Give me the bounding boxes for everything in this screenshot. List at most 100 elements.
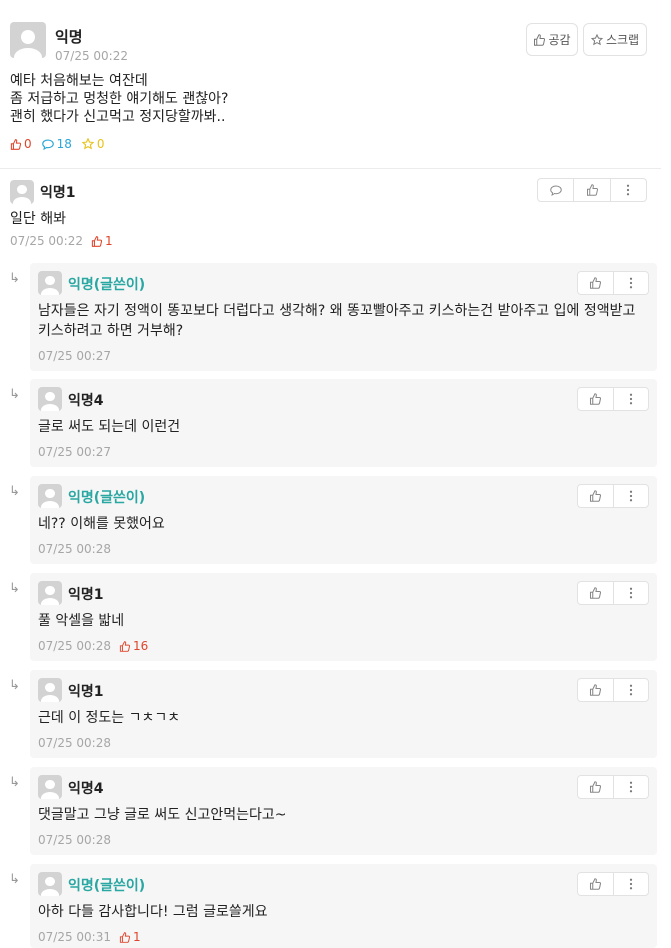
reply-body-line: 글로 써도 되는데 이런건 [38,419,181,435]
reply-time: 07/25 00:27 [38,445,111,459]
reply-time: 07/25 00:31 [38,930,111,944]
comment-count-value: 18 [56,137,72,151]
reply-arrow-icon: ↳ [9,581,20,596]
more-button[interactable] [614,776,649,798]
reply-button[interactable] [538,179,575,201]
reply-box: 익명4 글로 써도 되는데 이런건 07/25 00:27 [30,379,657,467]
reply-box: 익명(글쓴이) 아하 다들 감사합니다! 그럼 글로쓸게요 07/25 00:31 1 [30,864,657,948]
reply-time: 07/25 00:28 [38,736,111,750]
thumbs-up-icon [590,878,602,890]
more-vertical-icon [629,878,632,890]
scrap-button[interactable]: 스크랩 [583,23,647,56]
reply-author: 익명(글쓴이) [68,277,146,293]
thumbs-up-icon [590,781,602,793]
thumbs-up-icon [10,138,21,150]
reply-meta: 07/25 00:31 1 [38,930,141,944]
more-button[interactable] [614,272,649,294]
reply-actions [577,872,649,896]
reply-body: 근데 이 정도는 ㄱㅊㄱㅊ [38,708,180,728]
reply-arrow-icon: ↳ [9,387,20,402]
reply-actions [577,581,649,605]
reply-body: 남자들은 자기 정액이 똥꼬보다 더럽다고 생각해? 왜 똥꼬빨아주고 키스하는… [38,301,635,341]
reply-like-button[interactable] [578,272,614,294]
post: 익명 07/25 00:22 공감 스크랩 예타 처음해보는 여잔데 좀 저급하… [0,0,671,170]
thumbs-up-icon [590,393,602,405]
more-vertical-icon [629,393,632,405]
reply-meta: 07/25 00:28 [38,542,111,556]
avatar [38,775,62,799]
post-body-line: 예타 처음해보는 여잔데 [10,73,148,89]
reply-box: 익명1 풀 악셀을 밟네 07/25 00:28 16 [30,573,657,661]
comment-body: 일단 해봐 [10,211,66,227]
more-button[interactable] [614,485,649,507]
avatar [10,22,46,58]
comment-meta: 07/25 00:22 1 [10,234,113,248]
thumbs-up-icon [119,931,130,943]
reply-like-button[interactable] [578,873,614,895]
reply-like-button[interactable] [578,776,614,798]
more-vertical-icon [629,587,632,599]
reply-meta: 07/25 00:27 [38,445,111,459]
vote-count: 16 [119,639,148,653]
more-button[interactable] [611,179,646,201]
star-icon [81,138,94,150]
reply-meta: 07/25 00:27 [38,349,111,363]
thumbs-up-icon [590,684,602,696]
divider [0,168,661,169]
reply-body-line: 댓글말고 그냥 글로 써도 신고안먹는다고~ [38,807,287,823]
reply-like-button[interactable] [578,388,614,410]
avatar [38,581,62,605]
post-body: 예타 처음해보는 여잔데 좀 저급하고 멍청한 얘기해도 괜찮아? 괜히 했다가… [10,72,228,126]
reply-body-line: 키스하려고 하면 거부해? [38,323,184,339]
thumbs-up-icon [586,184,598,196]
thumbs-up-icon [534,33,546,46]
reply-author: 익명(글쓴이) [68,490,146,506]
vote-count-value: 1 [132,930,141,944]
more-vertical-icon [629,781,632,793]
comment-actions [537,178,647,202]
reply-body-line: 아하 다들 감사합니다! 그럼 글로쓸게요 [38,904,268,920]
star-icon [590,33,603,45]
like-button[interactable]: 공감 [526,23,578,56]
reply-meta: 07/25 00:28 [38,833,111,847]
reply-time: 07/25 00:27 [38,349,111,363]
reply-author: 익명(글쓴이) [68,878,146,894]
avatar [38,678,62,702]
reply-actions [577,484,649,508]
thumbs-up-icon [91,235,102,247]
reply-like-button[interactable] [578,582,614,604]
reply-box: 익명4 댓글말고 그냥 글로 써도 신고안먹는다고~ 07/25 00:28 [30,767,657,855]
vote-count-value: 1 [104,234,113,248]
more-button[interactable] [614,388,649,410]
reply-actions [577,678,649,702]
like-button-label: 공감 [548,33,571,47]
reply-item: ↳ 익명(글쓴이) 아하 다들 감사합니다! 그럼 글로쓸게요 07/25 00:31… [0,864,671,948]
scrap-button-label: 스크랩 [605,33,640,47]
reply-item: ↳ 익명(글쓴이) 네?? 이해를 못했어요 07/25 00:28 [0,476,671,564]
scrap-count: 0 [81,137,105,151]
thumbs-up-icon [119,640,130,652]
reply-like-button[interactable] [578,485,614,507]
speech-bubble-icon [41,138,54,150]
reply-like-button[interactable] [578,679,614,701]
reply-time: 07/25 00:28 [38,639,111,653]
reply-item: ↳ 익명4 글로 써도 되는데 이런건 07/25 00:27 [0,379,671,467]
reply-item: ↳ 익명4 댓글말고 그냥 글로 써도 신고안먹는다고~ 07/25 00:28 [0,767,671,855]
more-button[interactable] [614,582,649,604]
reply-box: 익명(글쓴이) 네?? 이해를 못했어요 07/25 00:28 [30,476,657,564]
reply-body-line: 네?? 이해를 못했어요 [38,516,165,532]
reply-actions [577,387,649,411]
comment-like-button[interactable] [574,179,611,201]
reply-arrow-icon: ↳ [9,271,20,286]
thumbs-up-icon [590,277,602,289]
more-vertical-icon [629,490,632,502]
reply-time: 07/25 00:28 [38,542,111,556]
reply-body: 네?? 이해를 못했어요 [38,514,165,534]
more-button[interactable] [614,873,649,895]
avatar [38,387,62,411]
thumbs-up-icon [590,490,602,502]
comment-count: 18 [41,137,72,151]
reply-body-line: 남자들은 자기 정액이 똥꼬보다 더럽다고 생각해? 왜 똥꼬빨아주고 키스하는… [38,303,636,319]
like-count: 0 [10,137,32,151]
more-button[interactable] [614,679,649,701]
